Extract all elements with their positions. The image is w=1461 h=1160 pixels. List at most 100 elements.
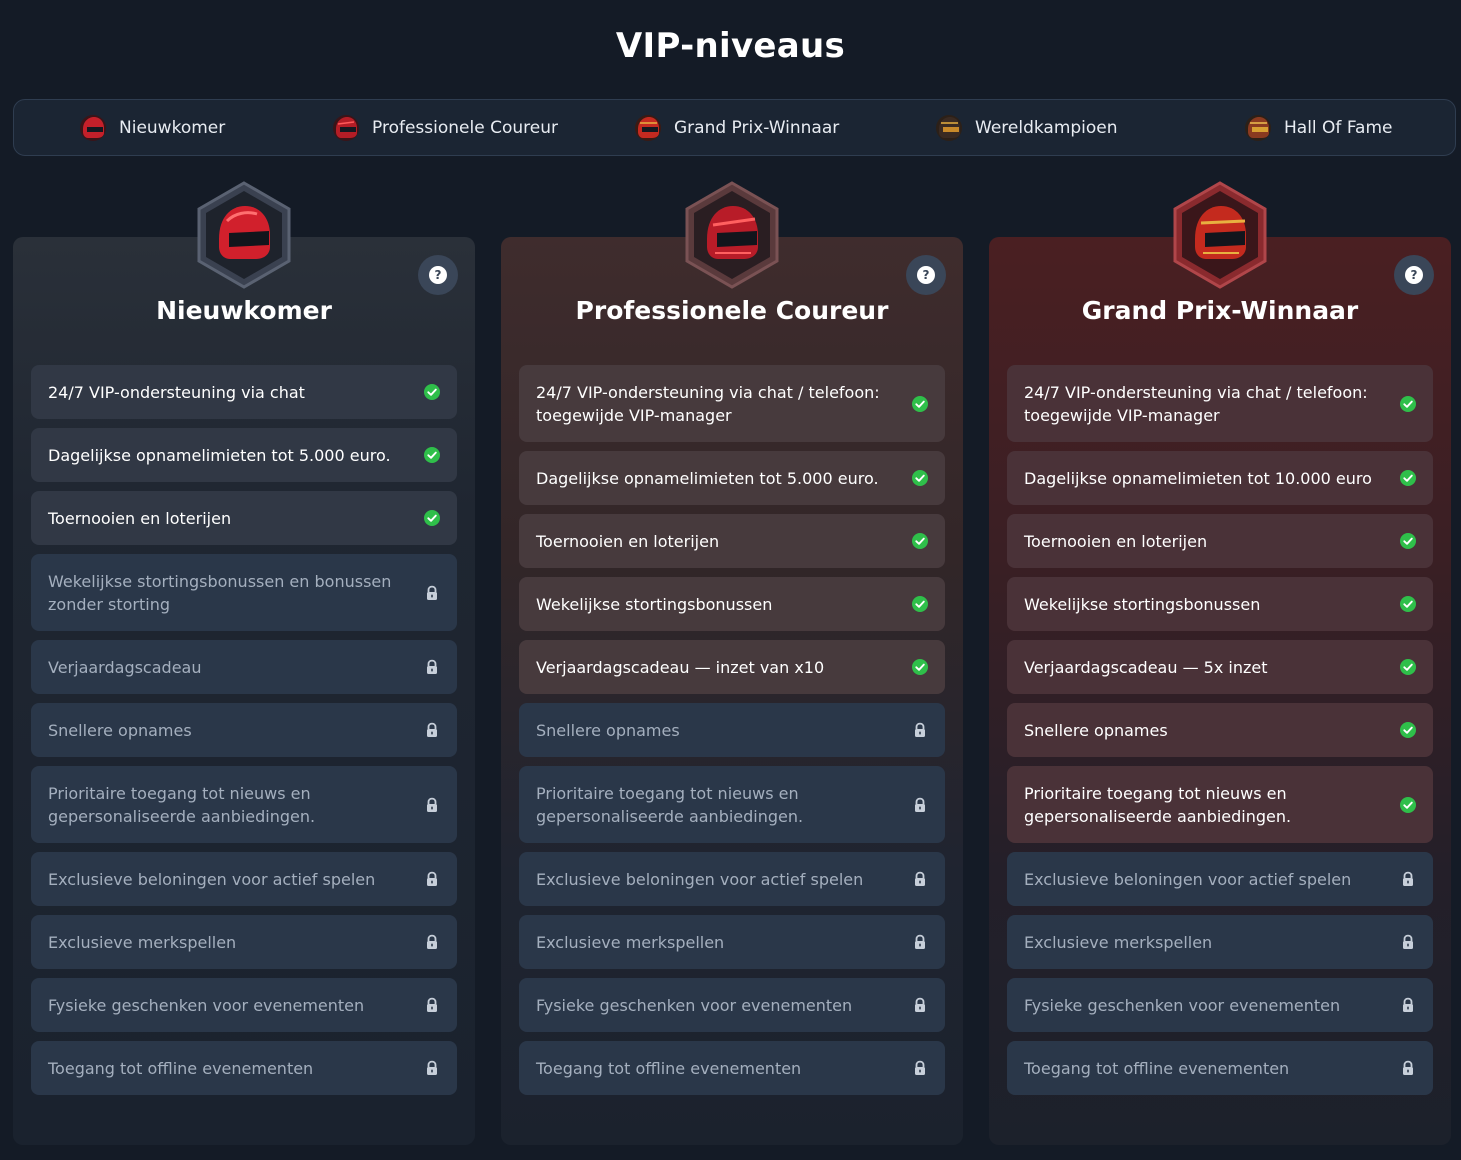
feature-label: Dagelijkse opnamelimieten tot 10.000 eur… (1024, 468, 1372, 488)
question-icon: ? (917, 266, 935, 284)
feature-label: Prioritaire toegang tot nieuws en gepers… (1024, 783, 1292, 826)
check-icon (912, 395, 928, 412)
feature-label: Dagelijkse opnamelimieten tot 5.000 euro… (536, 468, 879, 488)
lock-icon (427, 1060, 437, 1075)
feature-label: Verjaardagscadeau — inzet van x10 (536, 657, 825, 677)
feature-label: Exclusieve merkspellen (48, 932, 237, 952)
check-icon (1400, 533, 1416, 549)
lock-icon (427, 871, 437, 886)
lock-icon (1403, 934, 1413, 949)
feature-row: Prioritaire toegang tot nieuws en gepers… (519, 766, 945, 843)
feature-row: Exclusieve beloningen voor actief spelen (519, 852, 945, 906)
feature-row: Toernooien en loterijen (519, 514, 945, 568)
tab-hall-of-fame[interactable]: Hall Of Fame (1244, 100, 1392, 155)
feature-row: Exclusieve merkspellen (31, 915, 457, 969)
check-icon (1400, 722, 1416, 738)
feature-label: Verjaardagscadeau — 5x inzet (1024, 657, 1268, 677)
check-icon (912, 470, 928, 486)
feature-row: Exclusieve beloningen voor actief spelen (1007, 852, 1433, 906)
lock-icon (1403, 1060, 1413, 1075)
check-icon (1400, 596, 1416, 612)
feature-row: Toegang tot offline evenementen (1007, 1041, 1433, 1095)
check-icon (424, 384, 440, 400)
feature-row: Fysieke geschenken voor evenementen (1007, 978, 1433, 1032)
feature-row: Verjaardagscadeau — inzet van x10 (519, 640, 945, 694)
feature-row: Verjaardagscadeau — 5x inzet (1007, 640, 1433, 694)
tab-label: Grand Prix-Winnaar (674, 117, 840, 138)
feature-label: Fysieke geschenken voor evenementen (1024, 995, 1341, 1015)
vip-card-grand-prix-winnaar: ? Grand Prix-Winnaar 24/7 VIP-ondersteun… (989, 181, 1451, 1145)
vip-card-professionele-coureur: ? Professionele Coureur 24/7 VIP-onderst… (501, 181, 963, 1145)
lock-icon (915, 871, 925, 886)
tab-wereldkampioen[interactable]: Wereldkampioen (935, 100, 1118, 155)
feature-label: Wekelijkse stortingsbonussen en bonussen… (48, 571, 392, 614)
feature-row: Prioritaire toegang tot nieuws en gepers… (31, 766, 457, 843)
feature-row: Toernooien en loterijen (31, 491, 457, 545)
feature-row: Prioritaire toegang tot nieuws en gepers… (1007, 766, 1433, 843)
tab-label: Hall Of Fame (1284, 117, 1393, 138)
feature-row: Dagelijkse opnamelimieten tot 5.000 euro… (31, 428, 457, 482)
feature-label: Exclusieve beloningen voor actief spelen (536, 869, 864, 889)
feature-label: 24/7 VIP-ondersteuning via chat / telefo… (536, 382, 880, 425)
feature-row: Exclusieve merkspellen (1007, 915, 1433, 969)
lock-icon (427, 722, 437, 737)
feature-label: Toernooien en loterijen (48, 508, 232, 528)
check-icon (912, 596, 928, 612)
lock-icon (427, 659, 437, 674)
lock-icon (427, 997, 437, 1012)
lock-icon (915, 1060, 925, 1075)
feature-label: Toernooien en loterijen (536, 531, 720, 551)
vip-level-tabs: Nieuwkomer Professionele Coureur Grand P… (13, 99, 1456, 156)
feature-label: 24/7 VIP-ondersteuning via chat / telefo… (1024, 382, 1368, 425)
help-button[interactable]: ? (418, 255, 458, 295)
helmet-icon (635, 114, 661, 141)
tab-grand-prix-winnaar[interactable]: Grand Prix-Winnaar (634, 100, 839, 155)
lock-icon (427, 797, 437, 812)
helmet-badge-icon (1173, 181, 1267, 289)
feature-row: Fysieke geschenken voor evenementen (31, 978, 457, 1032)
feature-label: Toegang tot offline evenementen (1024, 1058, 1290, 1078)
feature-row: Verjaardagscadeau (31, 640, 457, 694)
feature-row: Fysieke geschenken voor evenementen (519, 978, 945, 1032)
card-title: Grand Prix-Winnaar (1081, 296, 1359, 325)
lock-icon (427, 585, 437, 600)
lock-icon (1403, 997, 1413, 1012)
question-icon: ? (429, 266, 447, 284)
lock-icon (915, 722, 925, 737)
check-icon (424, 447, 440, 463)
help-button[interactable]: ? (1394, 255, 1434, 295)
feature-label: Snellere opnames (48, 720, 192, 740)
tab-nieuwkomer[interactable]: Nieuwkomer (79, 100, 225, 155)
feature-label: Exclusieve merkspellen (1024, 932, 1213, 952)
check-icon (1400, 470, 1416, 486)
helmet-icon (936, 114, 962, 141)
check-icon (1400, 659, 1416, 675)
feature-label: Toegang tot offline evenementen (536, 1058, 802, 1078)
feature-row: Exclusieve beloningen voor actief spelen (31, 852, 457, 906)
lock-icon (915, 997, 925, 1012)
feature-row: Dagelijkse opnamelimieten tot 5.000 euro… (519, 451, 945, 505)
feature-label: Snellere opnames (536, 720, 680, 740)
tab-label: Nieuwkomer (119, 117, 226, 138)
feature-row: Toernooien en loterijen (1007, 514, 1433, 568)
feature-row: Wekelijkse stortingsbonussen (519, 577, 945, 631)
question-icon: ? (1405, 266, 1423, 284)
feature-label: Fysieke geschenken voor evenementen (48, 995, 365, 1015)
tab-label: Professionele Coureur (372, 117, 558, 138)
card-title: Nieuwkomer (156, 296, 332, 325)
tab-professionele-coureur[interactable]: Professionele Coureur (332, 100, 558, 155)
feature-row: Toegang tot offline evenementen (519, 1041, 945, 1095)
feature-row: Wekelijkse stortingsbonussen (1007, 577, 1433, 631)
lock-icon (427, 934, 437, 949)
feature-row: Snellere opnames (519, 703, 945, 757)
feature-row: Snellere opnames (31, 703, 457, 757)
check-icon (1400, 796, 1416, 813)
help-button[interactable]: ? (906, 255, 946, 295)
feature-label: Prioritaire toegang tot nieuws en gepers… (48, 783, 316, 826)
card-title: Professionele Coureur (575, 296, 889, 325)
page-title: VIP-niveaus (615, 26, 846, 66)
feature-label: Wekelijkse stortingsbonussen (536, 594, 773, 614)
tab-label: Wereldkampioen (975, 117, 1118, 138)
feature-row: Toegang tot offline evenementen (31, 1041, 457, 1095)
lock-icon (915, 797, 925, 812)
